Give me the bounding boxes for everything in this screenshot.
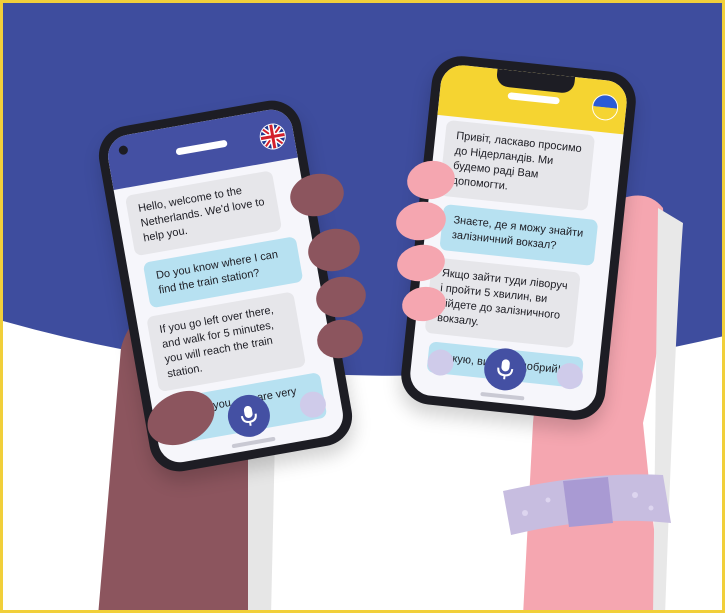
speaker-bar: [175, 139, 228, 156]
message-bubble-outgoing: Знаєте, де я можу знайти залізничний вок…: [439, 204, 599, 266]
home-indicator: [480, 391, 525, 401]
left-side-button[interactable]: [425, 348, 455, 377]
right-arm-shadow: [653, 208, 683, 610]
right-phone: Привіт, ласкаво просимо до Нідерландів. …: [398, 53, 639, 423]
speaker-bar: [507, 92, 560, 105]
microphone-icon: [496, 359, 513, 380]
left-mic-button[interactable]: [224, 391, 273, 441]
microphone-icon: [240, 406, 257, 427]
phone-notch: [495, 68, 576, 94]
left-side-button[interactable]: [169, 412, 200, 443]
message-bubble-incoming: Якщо зайти туди ліворуч і пройти 5 хвили…: [424, 257, 581, 349]
right-side-button[interactable]: [297, 389, 328, 420]
illustration-frame: Hello, welcome to the Netherlands. We'd …: [0, 0, 725, 613]
uk-flag-icon[interactable]: [257, 121, 288, 152]
right-side-button[interactable]: [555, 361, 584, 391]
message-bubble-incoming: If you go left over there, and walk for …: [146, 291, 307, 393]
right-mic-button[interactable]: [481, 346, 528, 393]
camera-dot: [118, 144, 129, 156]
ukraine-flag-icon[interactable]: [590, 93, 620, 122]
message-bubble-incoming: Привіт, ласкаво просимо до Нідерландів. …: [439, 119, 596, 212]
right-phone-screen: Привіт, ласкаво просимо до Нідерландів. …: [408, 63, 629, 413]
